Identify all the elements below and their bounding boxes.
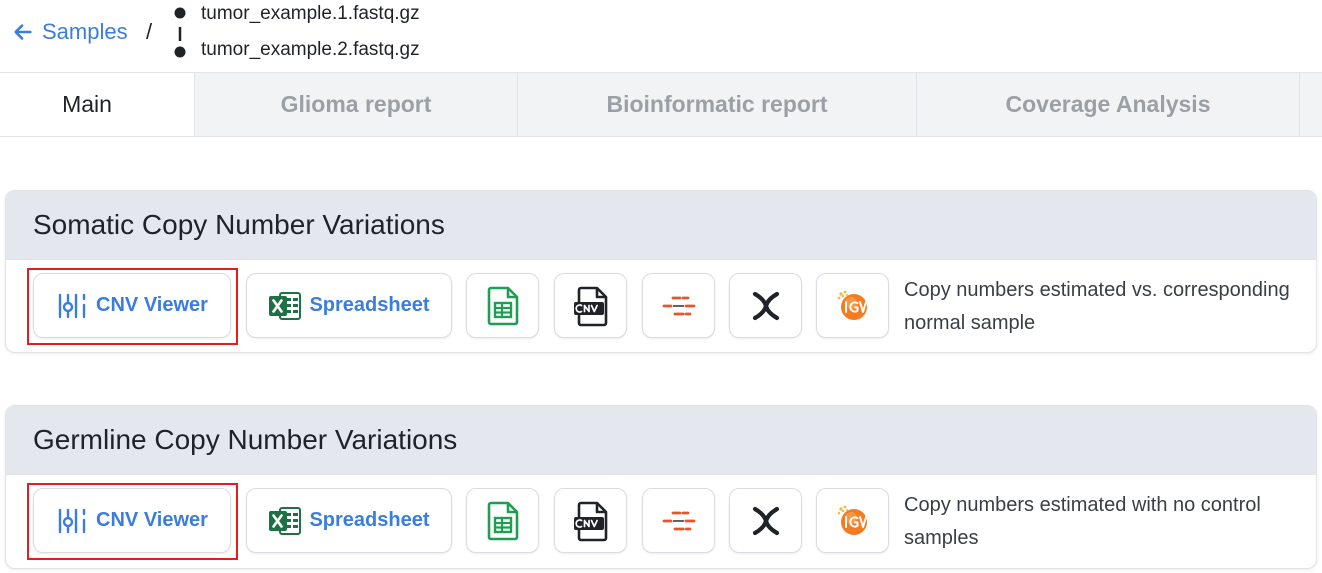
chromosome-icon (752, 291, 779, 320)
tab-glioma-report[interactable]: Glioma report (195, 73, 518, 136)
section-description: Copy numbers estimated with no control s… (904, 494, 1261, 549)
tab-main[interactable]: Main (0, 73, 195, 136)
spreadsheet-button[interactable]: Spreadsheet (246, 273, 452, 338)
spreadsheet-label: Spreadsheet (309, 509, 430, 531)
cnv-viewer-button[interactable]: CNV Viewer (33, 273, 231, 338)
section-actions: CNV Viewer Spreadsheet Copy numbers esti… (6, 475, 1316, 568)
section-title: Germline Copy Number Variations (6, 406, 1316, 475)
igv-button[interactable] (816, 273, 889, 338)
cnv-file-icon (573, 286, 607, 326)
igv-button[interactable] (816, 488, 889, 553)
page-header: Samples / tumor_example.1.fastq.gz tumor… (0, 0, 1322, 72)
file-pair-connector-icon (174, 7, 186, 58)
google-sheets-button[interactable] (466, 273, 539, 338)
back-to-samples-link[interactable]: Samples (12, 18, 128, 46)
section-description: Copy numbers estimated vs. corresponding… (904, 279, 1290, 334)
cnv-viewer-button[interactable]: CNV Viewer (33, 488, 231, 553)
segments-button[interactable] (642, 273, 715, 338)
cnv-file-button[interactable] (554, 488, 627, 553)
google-sheets-button[interactable] (466, 488, 539, 553)
somatic-cnv-card: Somatic Copy Number Variations CNV Viewe… (5, 190, 1317, 353)
segments-button[interactable] (642, 488, 715, 553)
chromosome-button[interactable] (729, 488, 802, 553)
back-link-label: Samples (42, 19, 128, 44)
fastq-file-1: tumor_example.1.fastq.gz (201, 3, 420, 24)
tab-bioinformatic-report[interactable]: Bioinformatic report (518, 73, 917, 136)
spreadsheet-label: Spreadsheet (309, 294, 430, 316)
report-tabs: Main Glioma report Bioinformatic report … (0, 72, 1322, 137)
cnv-file-icon (573, 501, 607, 541)
tab-coverage-analysis[interactable]: Coverage Analysis (917, 73, 1300, 136)
igv-icon (837, 505, 867, 535)
google-sheets-icon (487, 501, 518, 540)
section-title: Somatic Copy Number Variations (6, 191, 1316, 260)
germline-cnv-card: Germline Copy Number Variations CNV View… (5, 405, 1317, 569)
section-actions: CNV Viewer Spreadsheet Copy numbers esti… (6, 260, 1316, 352)
cnv-file-button[interactable] (554, 273, 627, 338)
igv-icon (837, 290, 867, 320)
excel-icon (269, 291, 302, 320)
segments-icon (662, 511, 695, 530)
cnv-viewer-icon (58, 293, 86, 318)
segments-icon (662, 296, 695, 315)
cnv-viewer-label: CNV Viewer (96, 509, 208, 531)
fastq-file-2: tumor_example.2.fastq.gz (201, 39, 420, 60)
chromosome-button[interactable] (729, 273, 802, 338)
excel-icon (269, 506, 302, 535)
google-sheets-icon (487, 286, 518, 325)
spreadsheet-button[interactable]: Spreadsheet (246, 488, 452, 553)
cnv-viewer-label: CNV Viewer (96, 294, 208, 316)
arrow-left-icon (14, 24, 32, 40)
cnv-viewer-icon (58, 508, 86, 533)
breadcrumb-separator: / (146, 19, 153, 44)
chromosome-icon (752, 506, 779, 535)
